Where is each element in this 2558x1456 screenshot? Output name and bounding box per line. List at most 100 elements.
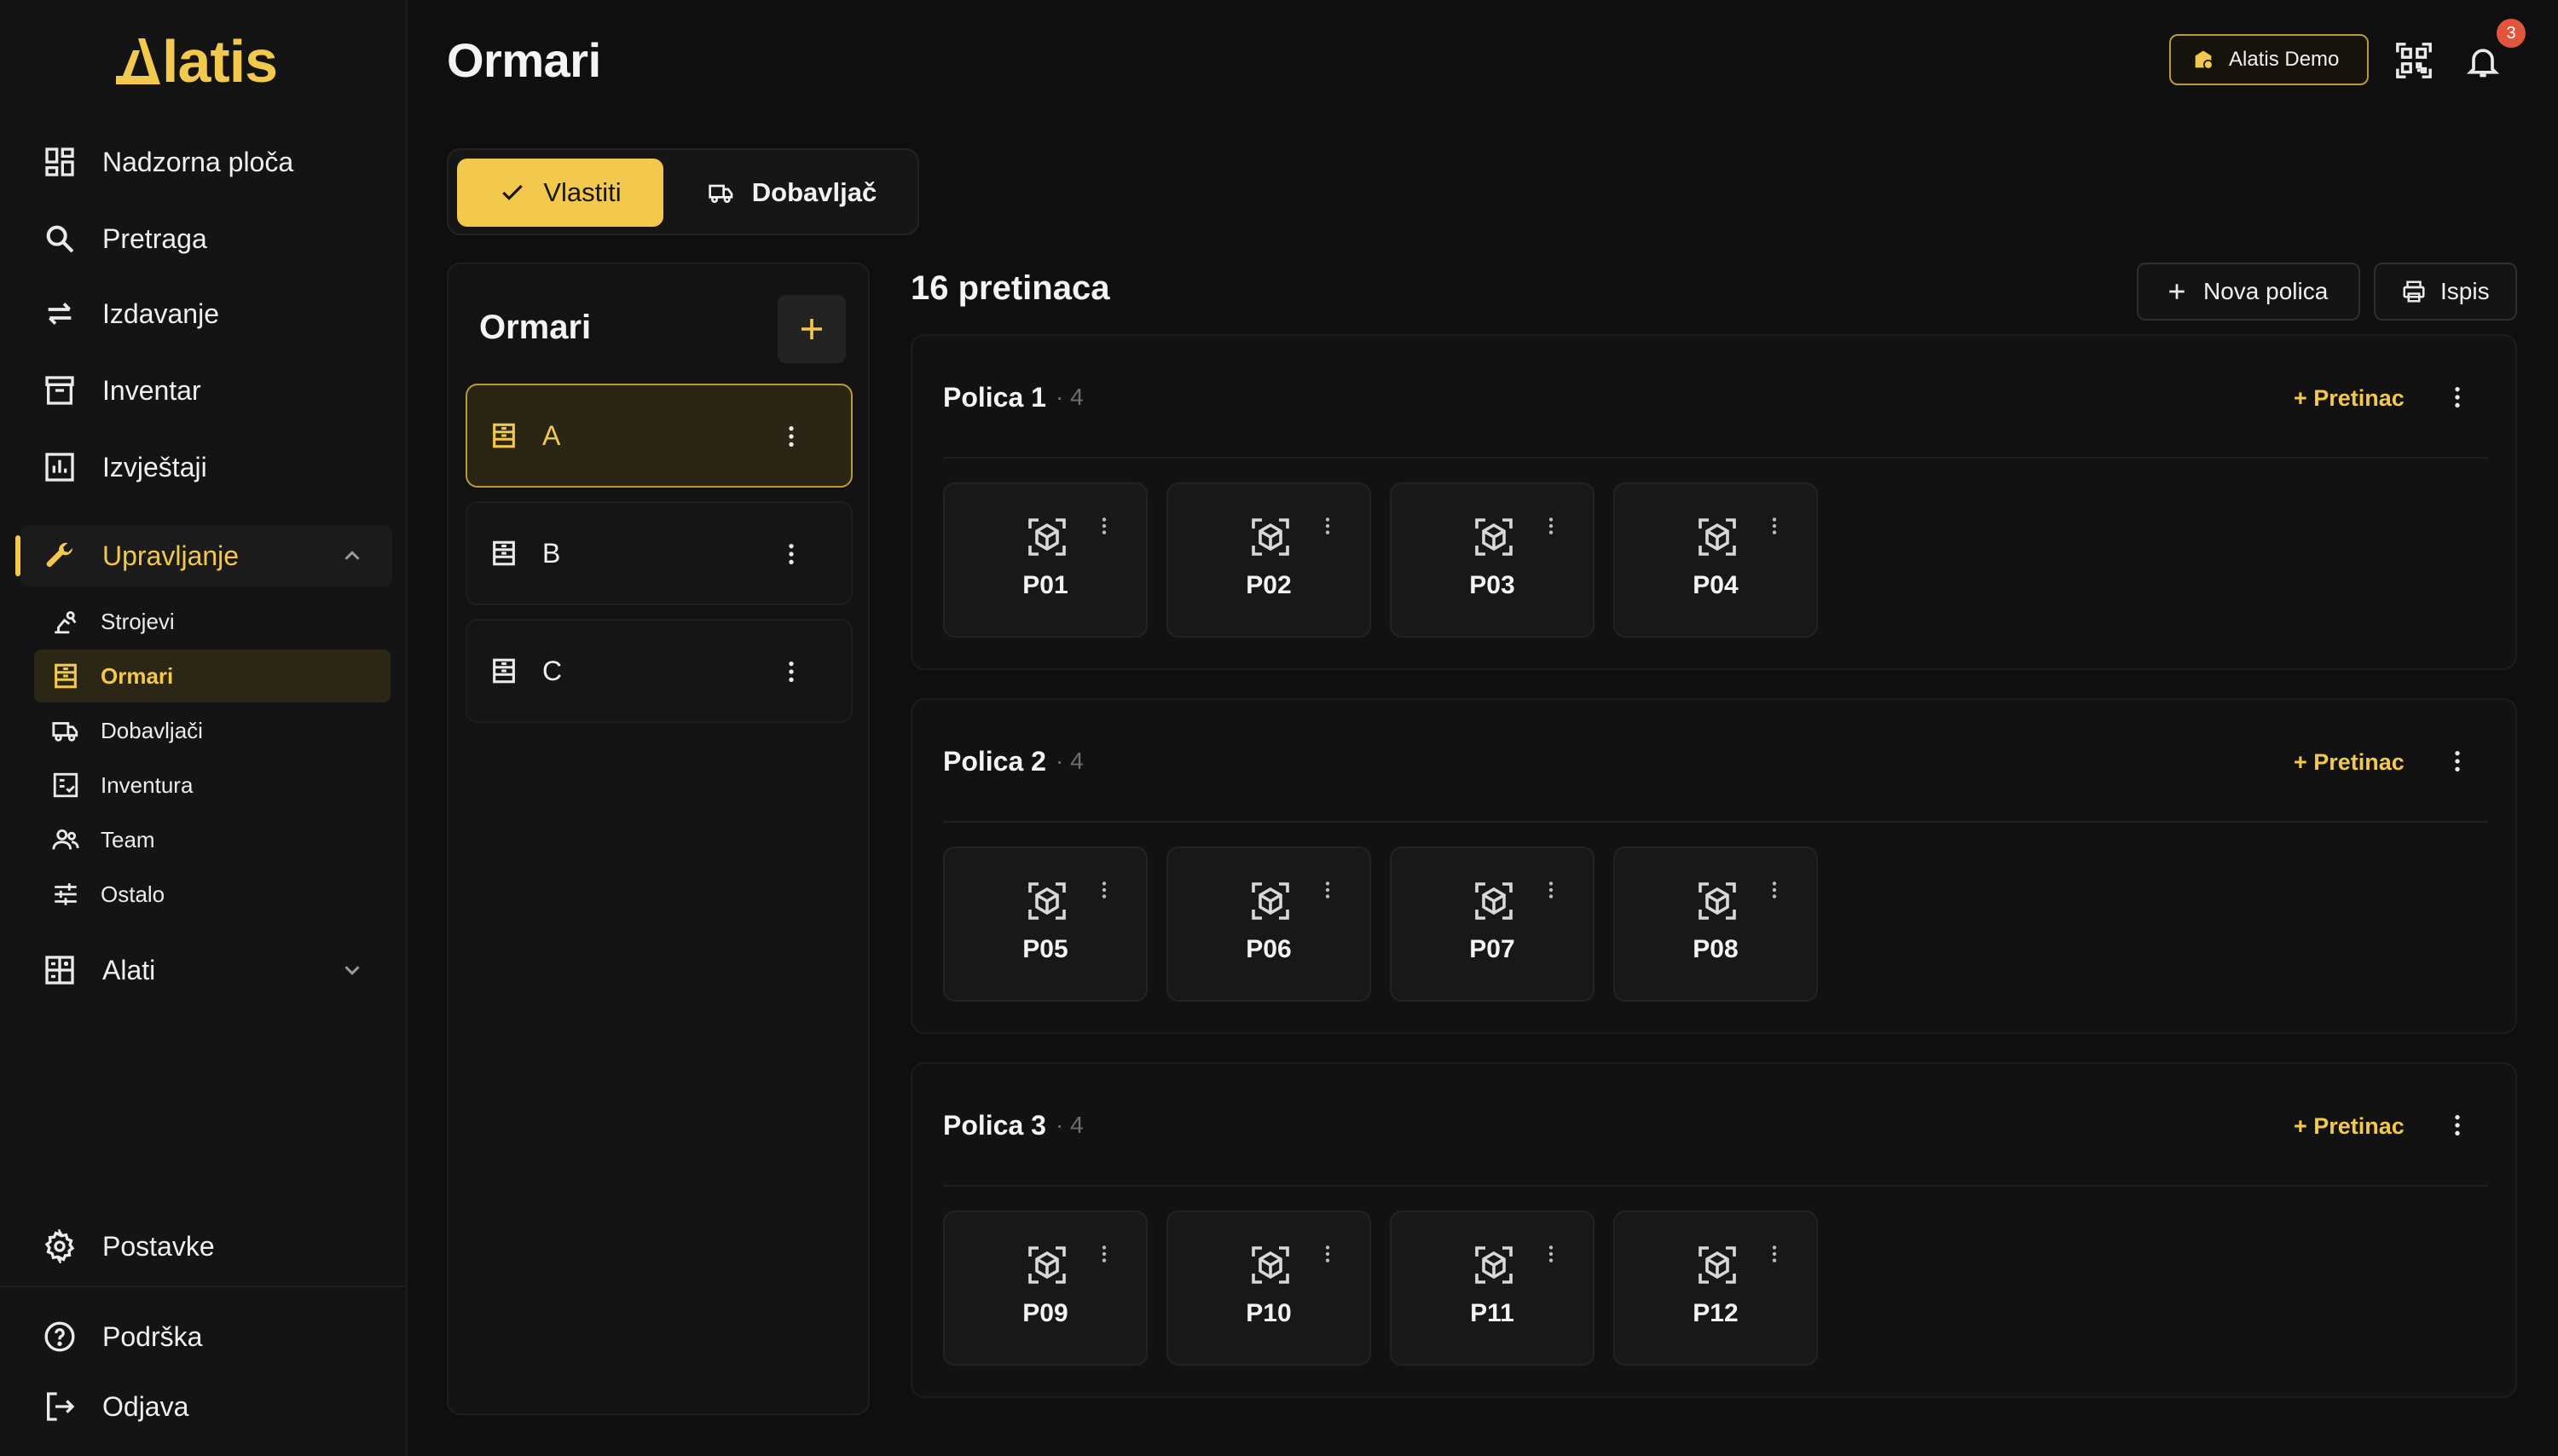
sidebar-item-settings[interactable]: Postavke <box>20 1216 392 1277</box>
bin-card[interactable]: P02 <box>1166 482 1371 638</box>
sidebar-subitem-other[interactable]: Ostalo <box>34 868 391 921</box>
cabinet-icon <box>55 663 77 689</box>
new-shelf-button[interactable]: Nova polica <box>2137 263 2360 321</box>
bin-card[interactable]: P10 <box>1166 1210 1371 1366</box>
sidebar-item-search[interactable]: Pretraga <box>20 208 392 269</box>
add-cabinet-button[interactable] <box>778 295 846 363</box>
more-vertical-icon[interactable] <box>2444 384 2471 411</box>
sidebar-subitem-machines[interactable]: Strojevi <box>34 595 391 648</box>
bin-box-icon <box>1250 881 1291 922</box>
new-shelf-label: Nova polica <box>2203 278 2329 304</box>
people-icon <box>52 829 79 850</box>
gear-icon <box>44 1229 75 1263</box>
supplier-tab-label: Dobavljač <box>751 177 877 207</box>
sidebar-item-dashboard[interactable]: Nadzorna ploča <box>20 131 392 193</box>
dashboard-icon <box>45 147 74 176</box>
ownership-switch: Vlastiti Dobavljač <box>447 148 919 235</box>
bin-label: P11 <box>1470 1299 1514 1327</box>
cabinet-item[interactable]: B <box>466 501 853 605</box>
more-vertical-icon[interactable] <box>778 540 805 568</box>
bin-card[interactable]: P11 <box>1390 1210 1594 1366</box>
bin-box-icon <box>1027 881 1068 922</box>
bin-box-icon <box>1697 517 1738 558</box>
sidebar-item-label: Postavke <box>102 1230 215 1262</box>
cabinet-item[interactable]: C <box>466 619 853 723</box>
more-vertical-icon[interactable] <box>1540 879 1562 901</box>
more-vertical-icon[interactable] <box>1317 515 1339 537</box>
more-vertical-icon[interactable] <box>2444 1112 2471 1139</box>
bin-label: P06 <box>1246 935 1292 963</box>
truck-icon <box>709 184 733 203</box>
sidebar-subitem-label: Ormari <box>101 662 174 689</box>
more-vertical-icon[interactable] <box>778 658 805 685</box>
more-vertical-icon[interactable] <box>1317 1243 1339 1265</box>
shelf-card: Polica 3 · 4 + Pretinac P09 P10 P11 P12 <box>911 1062 2517 1398</box>
sidebar-subitem-cabinets[interactable]: Ormari <box>34 650 391 702</box>
sidebar-item-issuing[interactable]: Izdavanje <box>20 283 392 344</box>
shelf-card: Polica 1 · 4 + Pretinac P01 P02 P03 P04 <box>911 334 2517 670</box>
account-button[interactable]: Alatis Demo <box>2169 34 2369 85</box>
bin-label: P10 <box>1246 1299 1292 1327</box>
own-tab[interactable]: Vlastiti <box>457 159 663 227</box>
truck-icon <box>52 722 78 742</box>
sidebar-item-reports[interactable]: Izvještaji <box>20 436 392 498</box>
swap-icon <box>48 303 72 325</box>
more-vertical-icon[interactable] <box>1540 1243 1562 1265</box>
sidebar-subitem-stocktake[interactable]: Inventura <box>34 759 391 812</box>
bin-card[interactable]: P01 <box>943 482 1148 638</box>
more-vertical-icon[interactable] <box>1093 879 1115 901</box>
app-logo[interactable]: latis <box>116 31 278 92</box>
bin-label: P04 <box>1693 571 1739 599</box>
supplier-tab[interactable]: Dobavljač <box>672 159 912 227</box>
cabinet-label: C <box>542 655 563 686</box>
bin-card[interactable]: P04 <box>1613 482 1818 638</box>
shelf-title: Polica 2 <box>943 746 1046 777</box>
cabinet-icon <box>493 540 515 566</box>
bell-icon[interactable] <box>2464 43 2502 80</box>
more-vertical-icon[interactable] <box>1093 515 1115 537</box>
more-vertical-icon[interactable] <box>1763 1243 1785 1265</box>
bin-card[interactable]: P08 <box>1613 846 1818 1002</box>
bin-label: P03 <box>1469 571 1515 599</box>
sidebar-item-support[interactable]: Podrška <box>20 1306 392 1367</box>
bin-card[interactable]: P09 <box>943 1210 1148 1366</box>
sidebar-item-label: Izdavanje <box>102 298 219 329</box>
sidebar-item-logout[interactable]: Odjava <box>20 1376 392 1437</box>
sidebar-divider <box>0 1286 406 1287</box>
sidebar-group-management[interactable]: Upravljanje <box>15 525 392 586</box>
sidebar-subitem-suppliers[interactable]: Dobavljači <box>34 704 391 757</box>
qr-scan-icon[interactable] <box>2394 41 2434 80</box>
bin-card[interactable]: P06 <box>1166 846 1371 1002</box>
sidebar-subitem-team[interactable]: Team <box>34 813 391 866</box>
sidebar-group-label: Alati <box>102 954 156 985</box>
account-name: Alatis Demo <box>2229 48 2340 71</box>
shelf-bin-count: · 4 <box>1056 384 1084 410</box>
own-tab-label: Vlastiti <box>543 177 622 207</box>
bin-card[interactable]: P03 <box>1390 482 1594 638</box>
bin-label: P09 <box>1022 1299 1068 1327</box>
sidebar-group-tools[interactable]: Alati <box>20 939 392 1001</box>
more-vertical-icon[interactable] <box>1540 515 1562 537</box>
bin-card[interactable]: P12 <box>1613 1210 1818 1366</box>
cabinet-item[interactable]: A <box>466 384 853 488</box>
add-bin-button[interactable]: + Pretinac <box>2294 1113 2405 1140</box>
logout-icon <box>47 1392 75 1421</box>
more-vertical-icon[interactable] <box>1763 515 1785 537</box>
more-vertical-icon[interactable] <box>1763 879 1785 901</box>
bin-box-icon <box>1697 1245 1738 1286</box>
more-vertical-icon[interactable] <box>1317 879 1339 901</box>
more-vertical-icon[interactable] <box>1093 1243 1115 1265</box>
bin-box-icon <box>1473 881 1514 922</box>
add-bin-button[interactable]: + Pretinac <box>2294 749 2405 776</box>
chevron-down-icon <box>344 966 360 975</box>
sidebar-item-label: Nadzorna ploča <box>102 146 294 177</box>
bin-label: P05 <box>1022 935 1068 963</box>
more-vertical-icon[interactable] <box>2444 748 2471 775</box>
add-bin-button[interactable]: + Pretinac <box>2294 385 2405 412</box>
more-vertical-icon[interactable] <box>778 423 805 450</box>
bin-card[interactable]: P07 <box>1390 846 1594 1002</box>
sidebar-item-inventory[interactable]: Inventar <box>20 360 392 421</box>
sidebar-item-label: Inventar <box>102 374 201 406</box>
bin-card[interactable]: P05 <box>943 846 1148 1002</box>
print-button[interactable]: Ispis <box>2374 263 2517 321</box>
